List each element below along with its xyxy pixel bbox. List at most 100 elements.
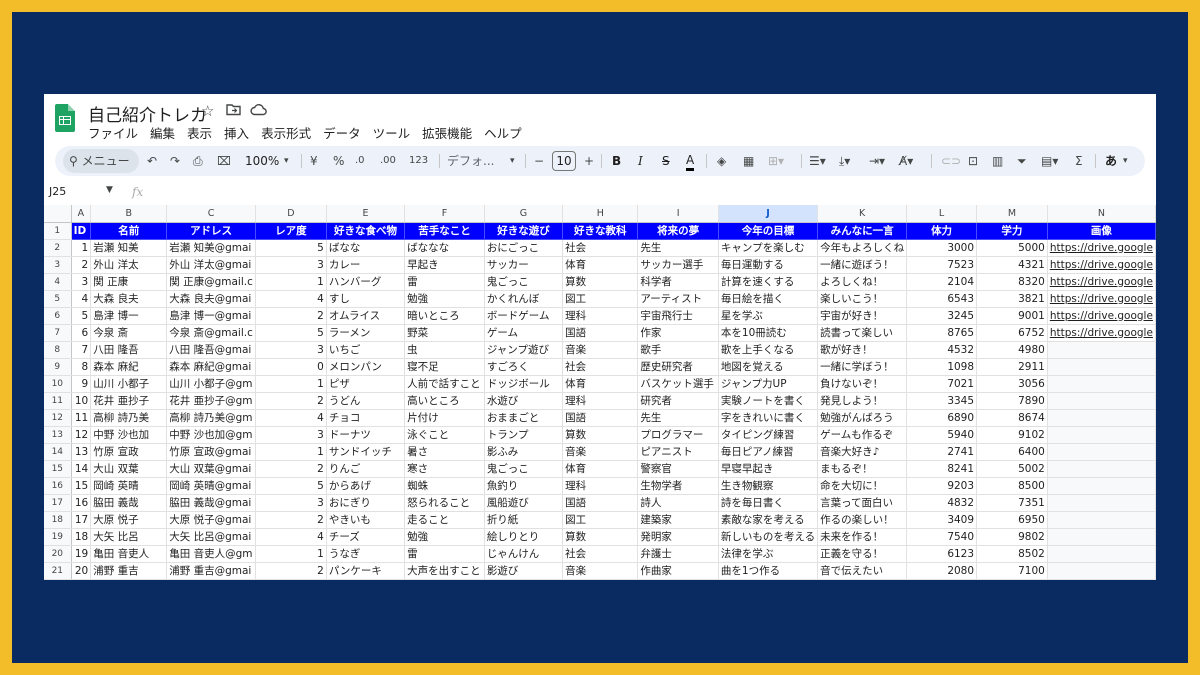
font-chevron-down-icon[interactable]: ▾ [510,146,515,176]
row-number[interactable]: 9 [44,358,72,376]
table-cell[interactable]: 宇宙飛行士 [637,307,719,325]
zoom-select[interactable]: 100% [245,146,279,176]
table-cell[interactable] [1047,545,1156,563]
table-cell[interactable]: 理科 [562,392,639,410]
table-cell[interactable]: 八田 隆吾@gmai [166,341,256,359]
header-cell[interactable]: 名前 [90,222,168,240]
table-cell[interactable]: ボードゲーム [484,307,564,325]
table-cell[interactable]: 作曲家 [637,562,719,580]
text-rotation-icon[interactable]: A̸▾ [899,146,913,176]
table-cell[interactable]: 未来を作る！ [817,528,908,546]
table-cell[interactable] [1047,375,1156,393]
table-cell[interactable]: 2911 [976,358,1048,376]
row-number[interactable]: 8 [44,341,72,359]
table-cell[interactable]: 大山 双葉@gmai [166,460,256,478]
table-cell[interactable]: 9102 [976,426,1048,444]
table-cell[interactable]: 本を10冊読む [718,324,819,342]
table-cell[interactable]: 先生 [637,239,719,257]
table-cell[interactable]: 大原 悦子@gmai [166,511,256,529]
header-cell[interactable]: レア度 [255,222,327,240]
table-cell[interactable] [1047,358,1156,376]
table-cell[interactable]: 脇田 義哉@gmai [166,494,256,512]
column-header-k[interactable]: K [817,205,908,223]
column-header-l[interactable]: L [906,205,978,223]
table-cell[interactable]: チョコ [326,409,406,427]
table-cell[interactable]: 島津 博一 [90,307,168,325]
table-cell[interactable]: 5000 [976,239,1048,257]
table-cell[interactable]: 16 [71,494,92,512]
row-number[interactable]: 21 [44,562,72,580]
table-cell[interactable]: 今泉 斎@gmail.c [166,324,256,342]
table-cell[interactable]: 正義を守る！ [817,545,908,563]
table-cell[interactable]: 宇宙が好き！ [817,307,908,325]
table-cell[interactable]: 雷 [404,545,485,563]
table-cell[interactable]: 4 [255,528,327,546]
table-cell[interactable]: 鬼ごっこ [484,273,564,291]
table-cell[interactable]: 8674 [976,409,1048,427]
select-all-corner[interactable] [44,205,72,223]
table-cell[interactable]: 6123 [906,545,978,563]
table-cell[interactable]: 3056 [976,375,1048,393]
table-cell[interactable]: 高いところ [404,392,485,410]
table-cell[interactable]: 岡崎 英晴 [90,477,168,495]
table-cell[interactable]: 先生 [637,409,719,427]
table-cell[interactable]: おにごっこ [484,239,564,257]
table-cell[interactable]: 竹原 宣政 [90,443,168,461]
table-cell[interactable] [1047,528,1156,546]
table-cell[interactable]: 楽しいこう！ [817,290,908,308]
bold-button[interactable]: B [612,146,621,176]
row-number[interactable]: 16 [44,477,72,495]
table-cell[interactable]: 2104 [906,273,978,291]
filter-icon[interactable]: ⏷ [1017,146,1027,176]
table-cell[interactable]: 3245 [906,307,978,325]
header-cell[interactable]: ID [71,222,92,240]
table-cell[interactable] [1047,511,1156,529]
table-cell[interactable]: 曲を1つ作る [718,562,819,580]
table-cell[interactable]: すし [326,290,406,308]
table-cell[interactable]: 6543 [906,290,978,308]
table-cell[interactable]: ゲーム [484,324,564,342]
paint-format-icon[interactable]: ⌧ [217,146,231,176]
table-cell[interactable]: りんご [326,460,406,478]
table-cell[interactable]: 歌を上手くなる [718,341,819,359]
table-cell[interactable]: アーティスト [637,290,719,308]
table-cell[interactable]: 国語 [562,494,639,512]
table-cell[interactable]: 算数 [562,528,639,546]
table-cell[interactable]: 毎日運動する [718,256,819,274]
table-cell[interactable]: 2 [255,460,327,478]
table-cell[interactable]: 4980 [976,341,1048,359]
table-cell[interactable]: 鬼ごっこ [484,460,564,478]
table-cell[interactable]: 負けないぞ！ [817,375,908,393]
table-cell[interactable]: 3 [255,341,327,359]
table-cell[interactable]: 社会 [562,239,639,257]
column-header-e[interactable]: E [326,205,406,223]
table-cell[interactable]: 3 [71,273,92,291]
insert-chart-icon[interactable]: ▥ [992,146,1003,176]
decrease-decimal-button[interactable]: .0 [355,146,365,176]
table-cell[interactable]: 6 [71,324,92,342]
menu-extensions[interactable]: 拡張機能 [422,123,472,142]
table-cell[interactable]: 5 [71,307,92,325]
table-cell[interactable]: 7 [71,341,92,359]
column-header-a[interactable]: A [71,205,92,223]
table-cell[interactable]: 8320 [976,273,1048,291]
table-cell[interactable]: 勉強がんばろう [817,409,908,427]
increase-decimal-button[interactable]: .00 [380,146,396,176]
table-cell[interactable]: 算数 [562,273,639,291]
table-cell[interactable]: 14 [71,460,92,478]
table-cell[interactable]: 4 [255,409,327,427]
table-cell[interactable]: 森本 麻紀@gmai [166,358,256,376]
table-cell[interactable]: 絵しりとり [484,528,564,546]
table-cell[interactable]: 1098 [906,358,978,376]
row-number[interactable]: 11 [44,392,72,410]
table-cell[interactable]: 発明家 [637,528,719,546]
star-icon[interactable]: ☆ [201,102,214,120]
menu-tools[interactable]: ツール [373,123,411,142]
row-number[interactable]: 10 [44,375,72,393]
image-link-cell[interactable]: https://drive.google [1047,324,1156,342]
image-link-cell[interactable]: https://drive.google [1047,273,1156,291]
table-cell[interactable]: ラーメン [326,324,406,342]
table-cell[interactable]: 竹原 宣政@gmai [166,443,256,461]
menu-edit[interactable]: 編集 [150,123,175,142]
table-cell[interactable]: 作家 [637,324,719,342]
